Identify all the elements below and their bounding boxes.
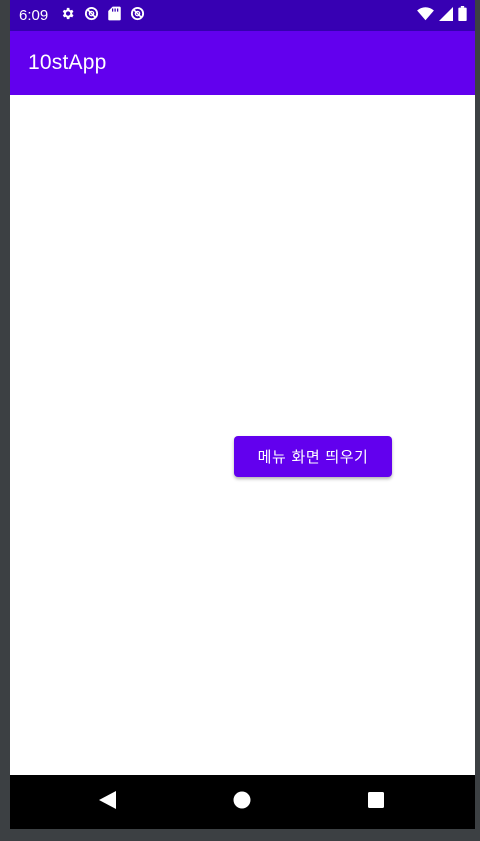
system-status-icons bbox=[417, 0, 467, 31]
home-icon bbox=[233, 791, 251, 813]
signal-icon bbox=[439, 6, 453, 25]
status-time: 6:09 bbox=[19, 7, 49, 24]
sd-card-icon bbox=[108, 6, 121, 25]
wifi-icon bbox=[417, 6, 434, 25]
device-bezel bbox=[0, 829, 480, 841]
phone-screen: 6:09 10stApp 메뉴 화면 띄우기 bbox=[10, 0, 475, 829]
do-not-disturb-icon bbox=[130, 6, 145, 25]
back-button[interactable] bbox=[77, 775, 137, 829]
app-title: 10stApp bbox=[28, 51, 107, 74]
app-bar: 10stApp bbox=[10, 31, 475, 95]
back-icon bbox=[98, 791, 116, 813]
battery-icon bbox=[458, 6, 467, 25]
settings-icon bbox=[60, 6, 75, 25]
status-bar: 6:09 bbox=[10, 0, 475, 31]
recents-icon bbox=[368, 792, 384, 812]
show-menu-button[interactable]: 메뉴 화면 띄우기 bbox=[234, 436, 392, 477]
recents-button[interactable] bbox=[346, 775, 406, 829]
home-button[interactable] bbox=[212, 775, 272, 829]
notification-icons bbox=[60, 6, 145, 25]
do-not-disturb-icon bbox=[84, 6, 99, 25]
main-content: 메뉴 화면 띄우기 bbox=[10, 95, 475, 775]
navigation-bar bbox=[10, 775, 475, 829]
